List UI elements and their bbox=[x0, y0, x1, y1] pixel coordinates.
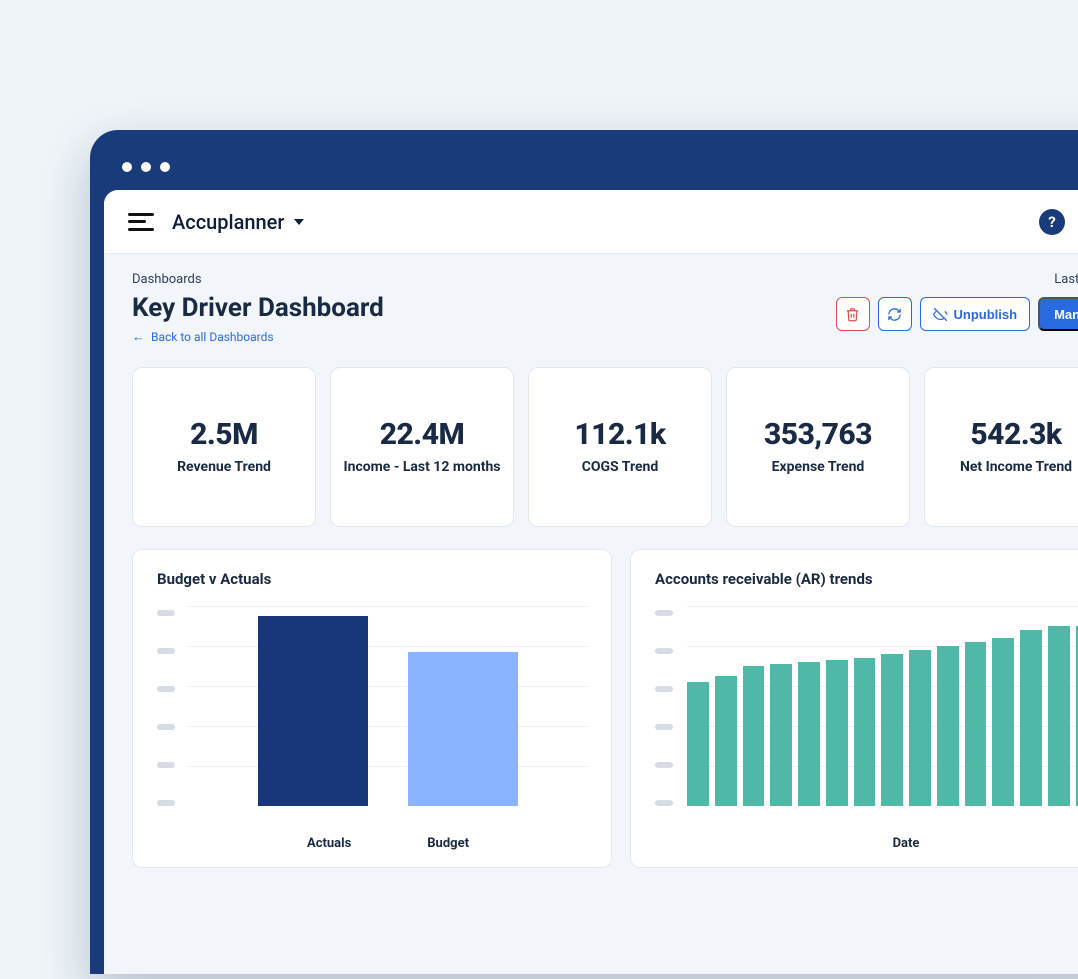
app-shell: Accuplanner ? Jane W. Dashboards Key Dri… bbox=[104, 190, 1078, 974]
delete-button[interactable] bbox=[836, 297, 870, 331]
x-label-actuals: Actuals bbox=[307, 836, 351, 851]
kpi-card-cogs[interactable]: 112.1k COGS Trend bbox=[528, 367, 712, 527]
kpi-label: Revenue Trend bbox=[177, 458, 271, 477]
bar bbox=[826, 660, 848, 806]
bar bbox=[770, 664, 792, 806]
window-dot-icon bbox=[141, 162, 151, 172]
kpi-label: Expense Trend bbox=[772, 458, 865, 477]
bar bbox=[937, 646, 959, 806]
chart-ar-trends: Accounts receivable (AR) trends Date bbox=[630, 549, 1078, 868]
bar bbox=[992, 638, 1014, 806]
page-title: Key Driver Dashboard bbox=[132, 293, 384, 323]
help-icon[interactable]: ? bbox=[1039, 209, 1065, 235]
window-chrome bbox=[104, 144, 1078, 190]
kpi-card-net-income[interactable]: 542.3k Net Income Trend bbox=[924, 367, 1078, 527]
trash-icon bbox=[845, 307, 860, 322]
kpi-value: 22.4M bbox=[380, 417, 465, 452]
bar bbox=[881, 654, 903, 806]
hamburger-menu-icon[interactable] bbox=[128, 213, 154, 231]
chart-row: Budget v Actuals Actuals Budget bbox=[132, 549, 1078, 868]
bar bbox=[715, 676, 737, 806]
header-right: Last sync: Jan 23, 2024 Unpublish bbox=[836, 272, 1078, 331]
chevron-down-icon bbox=[294, 219, 304, 225]
bar bbox=[1048, 626, 1070, 806]
window-dot-icon bbox=[160, 162, 170, 172]
kpi-value: 353,763 bbox=[764, 417, 872, 452]
x-axis-label: Date bbox=[655, 836, 1078, 851]
kpi-label: Net Income Trend bbox=[960, 458, 1072, 477]
kpi-label: COGS Trend bbox=[582, 458, 659, 477]
chart-plot bbox=[687, 606, 1078, 806]
bar bbox=[408, 652, 518, 806]
x-label-budget: Budget bbox=[427, 836, 469, 851]
kpi-card-revenue[interactable]: 2.5M Revenue Trend bbox=[132, 367, 316, 527]
chart-budget-v-actuals: Budget v Actuals Actuals Budget bbox=[132, 549, 612, 868]
kpi-value: 2.5M bbox=[190, 417, 258, 452]
action-row: Unpublish Manage Dashboard bbox=[836, 297, 1078, 331]
manage-dashboard-button[interactable]: Manage Dashboard bbox=[1038, 297, 1078, 331]
bar bbox=[743, 666, 765, 806]
eye-off-icon bbox=[933, 307, 948, 322]
manage-dashboard-label: Manage Dashboard bbox=[1054, 307, 1078, 322]
app-title-label: Accuplanner bbox=[172, 210, 284, 234]
page-background: Accuplanner ? Jane W. Dashboards Key Dri… bbox=[0, 0, 1078, 979]
bar bbox=[258, 616, 368, 806]
bar bbox=[965, 642, 987, 806]
chart-title: Accounts receivable (AR) trends bbox=[655, 570, 1078, 588]
kpi-card-expense[interactable]: 353,763 Expense Trend bbox=[726, 367, 910, 527]
bar bbox=[909, 650, 931, 806]
last-sync-label: Last sync: Jan 23, 2024 bbox=[836, 272, 1078, 287]
kpi-value: 542.3k bbox=[970, 417, 1061, 452]
kpi-card-income[interactable]: 22.4M Income - Last 12 months bbox=[330, 367, 514, 527]
chart-plot bbox=[189, 606, 587, 806]
y-axis-ticks bbox=[655, 606, 673, 806]
header-row: Dashboards Key Driver Dashboard ← Back t… bbox=[132, 272, 1078, 345]
y-axis-ticks bbox=[157, 606, 175, 806]
bar bbox=[1020, 630, 1042, 806]
content-area: Dashboards Key Driver Dashboard ← Back t… bbox=[104, 254, 1078, 974]
window-dot-icon bbox=[122, 162, 132, 172]
chart-area bbox=[655, 606, 1078, 826]
refresh-icon bbox=[887, 307, 902, 322]
arrow-left-icon: ← bbox=[132, 329, 145, 345]
bars bbox=[189, 606, 587, 806]
chart-title: Budget v Actuals bbox=[157, 570, 587, 588]
app-switcher[interactable]: Accuplanner bbox=[172, 210, 304, 234]
bar bbox=[854, 658, 876, 806]
refresh-button[interactable] bbox=[878, 297, 912, 331]
kpi-label: Income - Last 12 months bbox=[344, 458, 501, 477]
bar bbox=[798, 662, 820, 806]
back-link[interactable]: ← Back to all Dashboards bbox=[132, 329, 384, 345]
header-left: Dashboards Key Driver Dashboard ← Back t… bbox=[132, 272, 384, 345]
unpublish-label: Unpublish bbox=[954, 307, 1018, 322]
bar bbox=[687, 682, 709, 806]
x-axis-labels: Actuals Budget bbox=[157, 836, 587, 851]
kpi-row: 2.5M Revenue Trend 22.4M Income - Last 1… bbox=[132, 367, 1078, 527]
chart-area bbox=[157, 606, 587, 826]
unpublish-button[interactable]: Unpublish bbox=[920, 297, 1031, 331]
breadcrumb: Dashboards bbox=[132, 272, 384, 287]
kpi-value: 112.1k bbox=[574, 417, 665, 452]
device-frame: Accuplanner ? Jane W. Dashboards Key Dri… bbox=[90, 130, 1078, 974]
top-bar: Accuplanner ? Jane W. bbox=[104, 190, 1078, 254]
back-link-label: Back to all Dashboards bbox=[151, 330, 274, 344]
bars bbox=[687, 606, 1078, 806]
